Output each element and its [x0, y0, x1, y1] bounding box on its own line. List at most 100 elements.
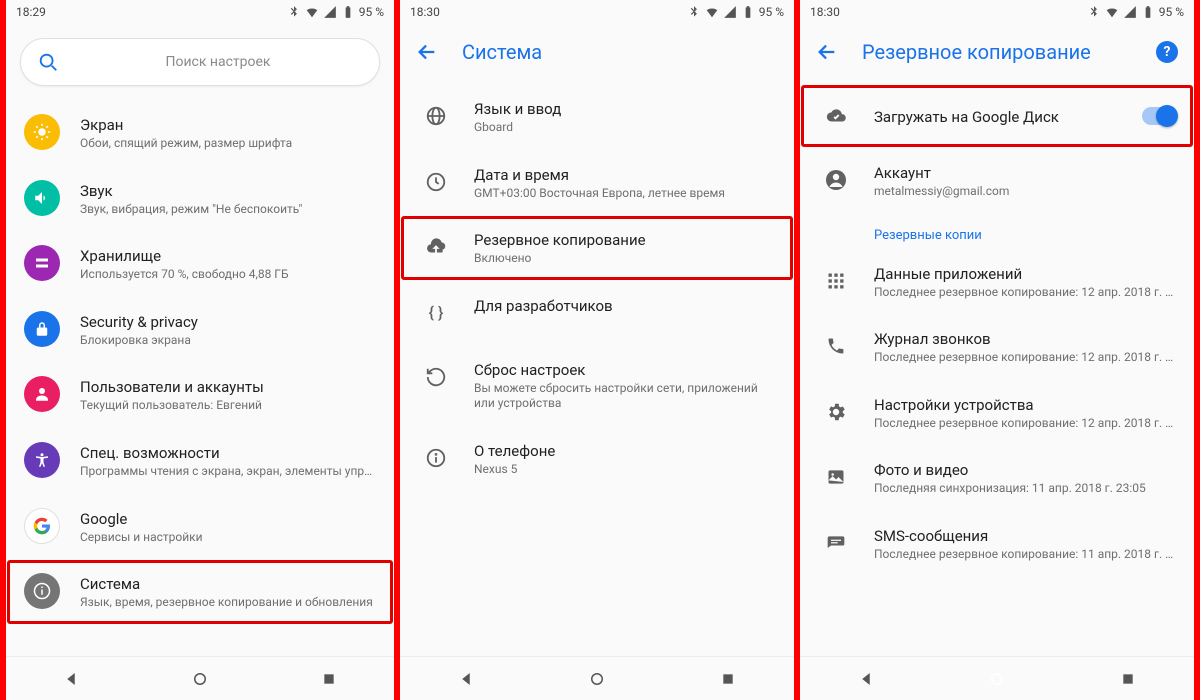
back-icon[interactable]	[416, 41, 438, 63]
item-title: Журнал звонков	[874, 330, 1176, 348]
system-item-reset[interactable]: Сброс настроекВы можете сбросить настрой…	[400, 345, 794, 426]
nav-recent[interactable]	[718, 669, 738, 689]
item-title: Дата и время	[474, 166, 776, 184]
item-sub: Используется 70 %, свободно 4,88 ГБ	[80, 267, 376, 283]
item-title: Фото и видео	[874, 461, 1176, 479]
section-label: Резервные копии	[800, 214, 1194, 249]
search-input[interactable]: Поиск настроек	[20, 38, 380, 86]
status-time: 18:29	[16, 5, 46, 19]
braces-icon: { }	[418, 295, 454, 331]
help-icon[interactable]: ?	[1156, 41, 1178, 63]
item-sub: Сервисы и настройки	[80, 530, 376, 546]
bluetooth-icon	[1087, 5, 1101, 19]
item-sub: Звук, вибрация, режим "Не беспокоить"	[80, 202, 376, 218]
settings-item-users[interactable]: Пользователи и аккаунтыТекущий пользоват…	[6, 362, 394, 428]
back-icon[interactable]	[816, 41, 838, 63]
nav-bar	[800, 656, 1194, 700]
info-icon	[33, 582, 51, 600]
nav-back[interactable]	[856, 669, 876, 689]
item-sub: Блокировка экрана	[80, 333, 376, 349]
person-icon	[33, 385, 51, 403]
item-sub: Последняя синхронизация: 11 апр. 2018 г.…	[874, 481, 1176, 497]
settings-item-security[interactable]: Security & privacy Блокировка экрана	[6, 297, 394, 363]
item-sub: GMT+03:00 Восточная Европа, летнее время	[474, 186, 776, 202]
battery-icon	[341, 5, 355, 19]
status-bar: 18:29 95 %	[6, 0, 394, 24]
wifi-icon	[305, 5, 319, 19]
backup-list: Загружать на Google Диск Аккаунтmetalmes…	[800, 80, 1194, 656]
page-title: Система	[462, 40, 542, 64]
item-sub: Последнее резервное копирование: 11 апр.…	[874, 547, 1176, 563]
item-title: Сброс настроек	[474, 361, 776, 379]
wifi-icon	[1105, 5, 1119, 19]
account-icon	[824, 168, 848, 192]
backup-item-sms[interactable]: SMS-сообщенияПоследнее резервное копиров…	[800, 511, 1194, 577]
bluetooth-icon	[687, 5, 701, 19]
item-title: Система	[80, 575, 376, 593]
item-title: Экран	[80, 116, 376, 134]
phone-backup: 18:30 95 % Резервное копирование ? Загру…	[800, 0, 1200, 700]
settings-item-sound[interactable]: Звук Звук, вибрация, режим "Не беспокоить…	[6, 166, 394, 232]
settings-list: Экран Обои, спящий режим, размер шрифта З…	[6, 96, 394, 656]
wifi-icon	[705, 5, 719, 19]
item-sub: Текущий пользователь: Евгений	[80, 398, 376, 414]
backup-account-row[interactable]: Аккаунтmetalmessiy@gmail.com	[800, 148, 1194, 214]
backup-toggle-row[interactable]: Загружать на Google Диск	[800, 84, 1194, 148]
globe-icon	[425, 105, 447, 127]
nav-home[interactable]	[190, 669, 210, 689]
settings-item-display[interactable]: Экран Обои, спящий режим, размер шрифта	[6, 100, 394, 166]
bluetooth-icon	[287, 5, 301, 19]
item-title: Аккаунт	[874, 164, 1176, 182]
upload-switch[interactable]	[1142, 107, 1176, 125]
item-sub: Gboard	[474, 120, 776, 136]
signal-icon	[723, 5, 737, 19]
nav-back[interactable]	[61, 669, 81, 689]
backup-item-apps[interactable]: Данные приложенийПоследнее резервное коп…	[800, 249, 1194, 315]
system-item-language[interactable]: Язык и ввод Gboard	[400, 84, 794, 150]
status-battery: 95 %	[759, 5, 784, 19]
nav-home[interactable]	[987, 669, 1007, 689]
settings-item-accessibility[interactable]: Спец. возможностиПрограммы чтения с экра…	[6, 428, 394, 494]
nav-recent[interactable]	[319, 669, 339, 689]
status-bar: 18:30 95 %	[400, 0, 794, 24]
search-icon	[37, 51, 59, 73]
item-title: Настройки устройства	[874, 396, 1176, 414]
settings-item-google[interactable]: GoogleСервисы и настройки	[6, 494, 394, 560]
backup-item-device-settings[interactable]: Настройки устройства Последнее резервное …	[800, 380, 1194, 446]
item-title: Для разработчиков	[474, 297, 776, 315]
system-item-about[interactable]: О телефонеNexus 5	[400, 426, 794, 492]
status-time: 18:30	[410, 5, 440, 19]
item-title: Security & privacy	[80, 313, 376, 331]
app-bar: Резервное копирование ?	[800, 24, 1194, 80]
sms-icon	[826, 533, 846, 553]
system-item-developer[interactable]: { } Для разработчиков	[400, 281, 794, 345]
system-list: Язык и ввод Gboard Дата и время GMT+03:00 …	[400, 80, 794, 656]
backup-item-photos[interactable]: Фото и видео Последняя синхронизация: 11 …	[800, 445, 1194, 511]
item-sub: Последнее резервное копирование: 12 апр.…	[874, 285, 1176, 301]
item-sub: Nexus 5	[474, 462, 776, 478]
settings-item-system[interactable]: СистемаЯзык, время, резервное копировани…	[6, 559, 394, 625]
phone-settings: 18:29 95 % Поиск настроек Экран Обои, спя…	[0, 0, 400, 700]
nav-back[interactable]	[456, 669, 476, 689]
item-title: Хранилище	[80, 247, 376, 265]
item-sub: Обои, спящий режим, размер шрифта	[80, 136, 376, 152]
toggle-label: Загружать на Google Диск	[874, 108, 1122, 126]
status-battery: 95 %	[359, 5, 384, 19]
system-item-datetime[interactable]: Дата и время GMT+03:00 Восточная Европа, …	[400, 150, 794, 216]
signal-icon	[323, 5, 337, 19]
item-title: Резервное копирование	[474, 231, 776, 249]
battery-icon	[1141, 5, 1155, 19]
status-battery: 95 %	[1159, 5, 1184, 19]
nav-recent[interactable]	[1118, 669, 1138, 689]
nav-bar	[400, 656, 794, 700]
backup-item-calls[interactable]: Журнал звонковПоследнее резервное копиро…	[800, 314, 1194, 380]
system-item-backup[interactable]: Резервное копированиеВключено	[400, 215, 794, 281]
phone-system: 18:30 95 % Система Язык и ввод Gboard Дат…	[400, 0, 800, 700]
item-sub: Последнее резервное копирование: 12 апр.…	[874, 416, 1176, 432]
settings-item-storage[interactable]: Хранилище Используется 70 %, свободно 4,8…	[6, 231, 394, 297]
item-title: Спец. возможности	[80, 444, 376, 462]
apps-icon	[826, 271, 846, 291]
item-title: Звук	[80, 182, 376, 200]
item-title: Язык и ввод	[474, 100, 776, 118]
nav-home[interactable]	[587, 669, 607, 689]
